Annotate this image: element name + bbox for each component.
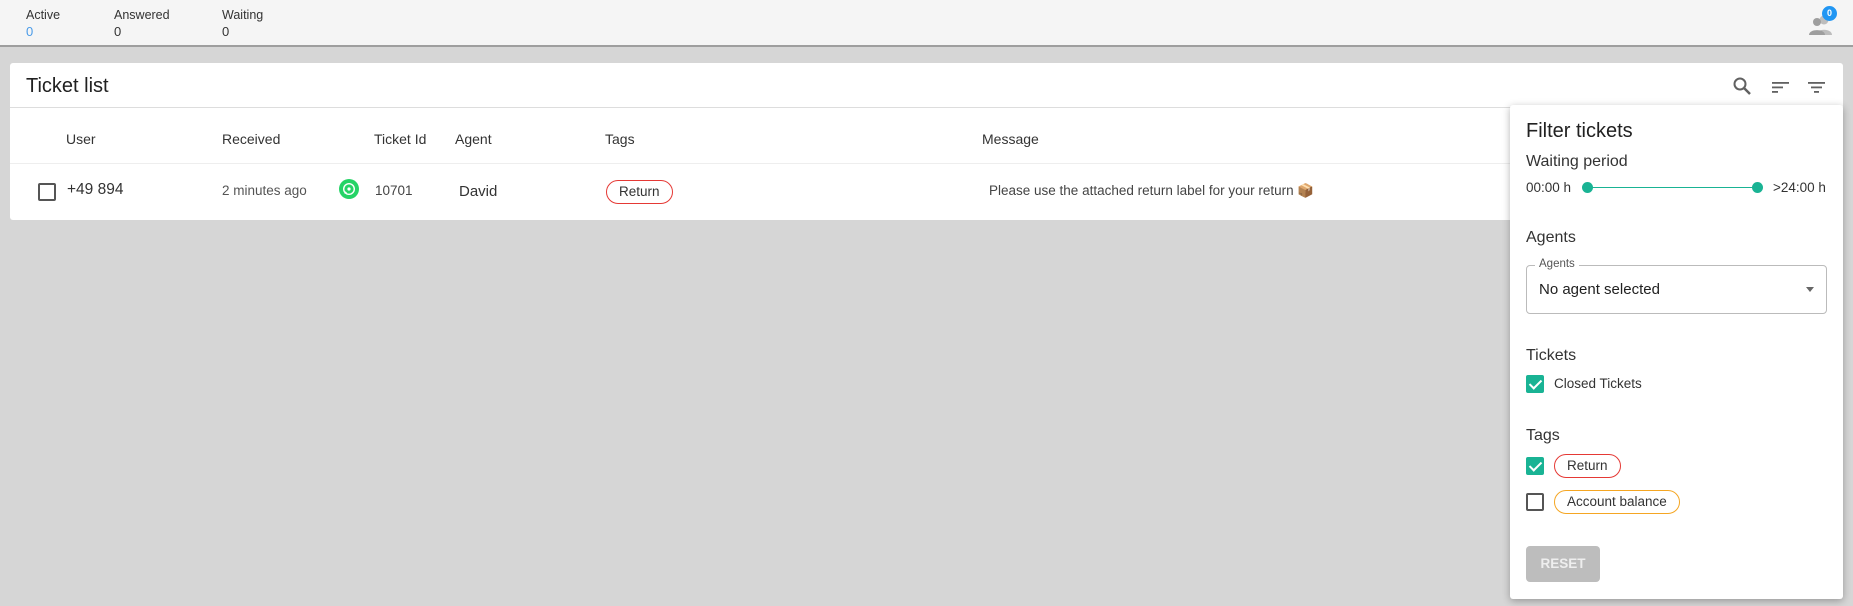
search-button[interactable] bbox=[1732, 76, 1754, 98]
row-user: +49 894 bbox=[67, 181, 124, 198]
agents-section-label: Agents bbox=[1526, 229, 1576, 246]
filter-title: Filter tickets bbox=[1526, 120, 1633, 142]
waiting-label: Waiting bbox=[222, 8, 264, 22]
closed-tickets-label: Closed Tickets bbox=[1554, 376, 1642, 391]
status-bar: Active 0 Answered 0 Waiting 0 0 bbox=[0, 0, 1853, 47]
tag-account-balance-checkbox[interactable] bbox=[1526, 493, 1544, 511]
page-title: Ticket list bbox=[26, 75, 109, 97]
row-ticket-id: 10701 bbox=[375, 183, 413, 198]
row-select-checkbox[interactable] bbox=[38, 183, 56, 201]
whatsapp-icon bbox=[339, 179, 359, 199]
tickets-section-label: Tickets bbox=[1526, 347, 1577, 364]
users-count-badge: 0 bbox=[1822, 6, 1837, 21]
agents-select[interactable]: Agents No agent selected bbox=[1526, 258, 1827, 314]
users-button[interactable]: 0 bbox=[1807, 6, 1837, 38]
active-label: Active bbox=[26, 8, 61, 22]
agents-field-label: Agents bbox=[1535, 258, 1579, 270]
tag-return-checkbox[interactable] bbox=[1526, 457, 1544, 475]
chevron-down-icon bbox=[1806, 287, 1814, 292]
tags-section-label: Tags bbox=[1526, 427, 1560, 444]
column-header-ticket-id[interactable]: Ticket Id bbox=[374, 131, 426, 147]
slider-max-thumb[interactable] bbox=[1752, 182, 1763, 193]
waiting-stat: Waiting 0 bbox=[222, 8, 263, 39]
active-count: 0 bbox=[26, 24, 34, 39]
reset-button[interactable]: RESET bbox=[1526, 546, 1600, 582]
waiting-period-slider-track[interactable] bbox=[1587, 187, 1757, 188]
slider-max-label: >24:00 h bbox=[1773, 180, 1826, 195]
slider-min-thumb[interactable] bbox=[1582, 182, 1593, 193]
ticket-list-header: Ticket list bbox=[10, 63, 1843, 108]
agents-select-value: No agent selected bbox=[1539, 281, 1660, 298]
closed-tickets-checkbox[interactable] bbox=[1526, 375, 1544, 393]
filter-panel: Filter tickets Waiting period 00:00 h >2… bbox=[1510, 105, 1843, 599]
row-message: Please use the attached return label for… bbox=[989, 183, 1315, 198]
column-header-received[interactable]: Received bbox=[222, 131, 280, 147]
tag-return-chip[interactable]: Return bbox=[1554, 454, 1621, 478]
column-header-agent[interactable]: Agent bbox=[455, 131, 492, 147]
column-header-message[interactable]: Message bbox=[982, 131, 1039, 147]
slider-min-label: 00:00 h bbox=[1526, 180, 1572, 195]
answered-stat: Answered 0 bbox=[114, 8, 170, 39]
sort-icon bbox=[1772, 82, 1789, 93]
active-stat: Active 0 bbox=[26, 8, 60, 39]
row-tag-chip[interactable]: Return bbox=[606, 180, 673, 204]
row-agent: David bbox=[459, 183, 498, 200]
answered-count: 0 bbox=[114, 24, 122, 39]
column-header-user[interactable]: User bbox=[66, 131, 96, 147]
waiting-period-label: Waiting period bbox=[1526, 153, 1628, 170]
sort-button[interactable] bbox=[1770, 76, 1792, 98]
row-received: 2 minutes ago bbox=[222, 183, 307, 198]
filter-button[interactable] bbox=[1806, 76, 1828, 98]
answered-label: Answered bbox=[114, 8, 170, 22]
tag-account-balance-chip[interactable]: Account balance bbox=[1554, 490, 1680, 514]
filter-icon bbox=[1808, 82, 1825, 93]
waiting-count: 0 bbox=[222, 24, 230, 39]
column-header-tags[interactable]: Tags bbox=[605, 131, 635, 147]
header-divider bbox=[10, 163, 1510, 164]
search-icon bbox=[1733, 77, 1751, 95]
